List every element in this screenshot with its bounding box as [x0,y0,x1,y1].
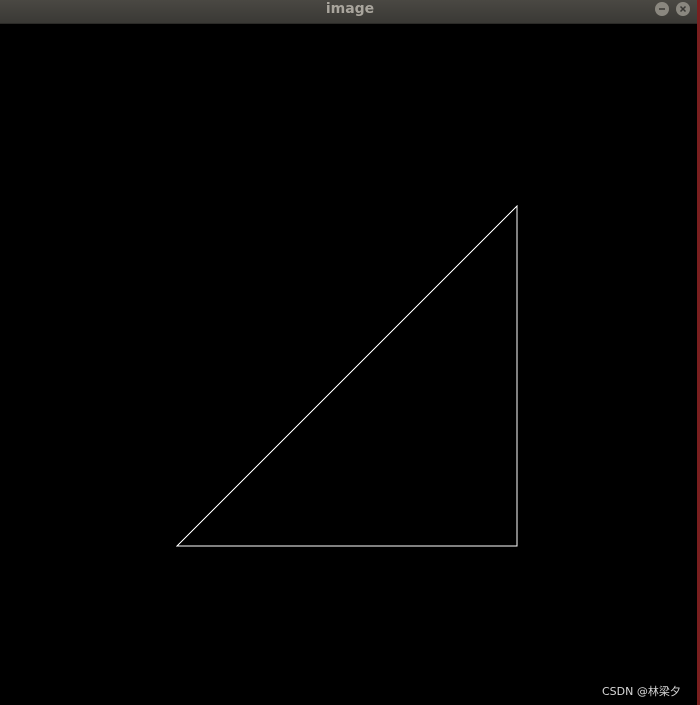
close-button[interactable] [676,2,690,16]
window-titlebar[interactable]: image [0,0,700,24]
minimize-icon [659,8,665,10]
minimize-button[interactable] [655,2,669,16]
image-window: image CSDN @林梁夕 [0,0,700,705]
right-triangle-outline [175,204,518,547]
watermark-text: CSDN @林梁夕 [602,685,681,698]
close-icon [679,5,687,13]
image-canvas [0,24,697,705]
drawing-surface [175,204,518,547]
window-title: image [325,1,375,17]
